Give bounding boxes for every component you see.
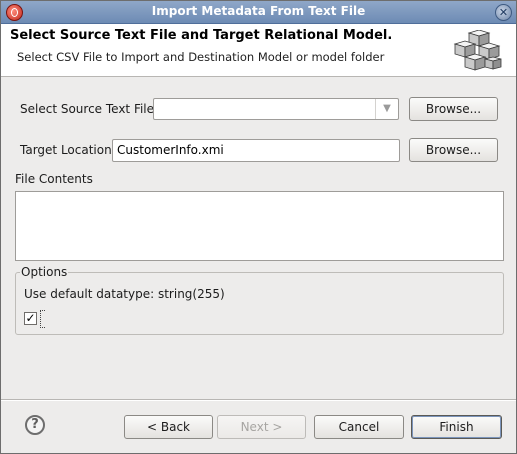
next-button[interactable]: Next > <box>217 415 306 439</box>
banner-description: Select CSV File to Import and Destinatio… <box>17 50 385 64</box>
source-file-label: Select Source Text File <box>20 102 155 116</box>
help-icon[interactable]: ? <box>25 415 45 435</box>
default-datatype-checkbox[interactable]: ✓ <box>24 312 37 325</box>
source-file-combo[interactable]: ▼ <box>153 98 399 120</box>
finish-button[interactable]: Finish <box>411 415 502 439</box>
checkbox-focus-ring <box>40 310 45 328</box>
footer-separator <box>1 399 516 401</box>
options-group-title: Options <box>20 265 69 279</box>
options-group <box>15 272 504 335</box>
banner-title: Select Source Text File and Target Relat… <box>10 28 393 43</box>
back-button-label: < Back <box>146 420 190 434</box>
title-bar: Import Metadata From Text File ✕ <box>1 1 516 24</box>
back-button[interactable]: < Back <box>124 415 213 439</box>
dialog-window: Import Metadata From Text File ✕ Select … <box>0 0 517 454</box>
cubes-icon <box>453 30 502 71</box>
chevron-down-icon[interactable]: ▼ <box>375 99 398 119</box>
source-browse-button[interactable]: Browse... <box>409 97 498 121</box>
target-browse-button[interactable]: Browse... <box>409 138 498 162</box>
next-button-label: Next > <box>240 420 283 434</box>
target-location-input[interactable]: CustomerInfo.xmi <box>112 139 400 162</box>
window-title: Import Metadata From Text File <box>151 4 366 18</box>
file-contents-label: File Contents <box>15 172 93 186</box>
wizard-banner: Select Source Text File and Target Relat… <box>1 24 516 77</box>
close-icon[interactable]: ✕ <box>495 4 512 21</box>
cancel-button[interactable]: Cancel <box>314 415 404 439</box>
target-location-label: Target Location <box>20 143 112 157</box>
cancel-button-label: Cancel <box>338 420 380 434</box>
finish-button-label: Finish <box>439 420 474 434</box>
file-contents-area[interactable] <box>15 191 504 261</box>
default-datatype-text: Use default datatype: string(255) <box>24 287 225 301</box>
